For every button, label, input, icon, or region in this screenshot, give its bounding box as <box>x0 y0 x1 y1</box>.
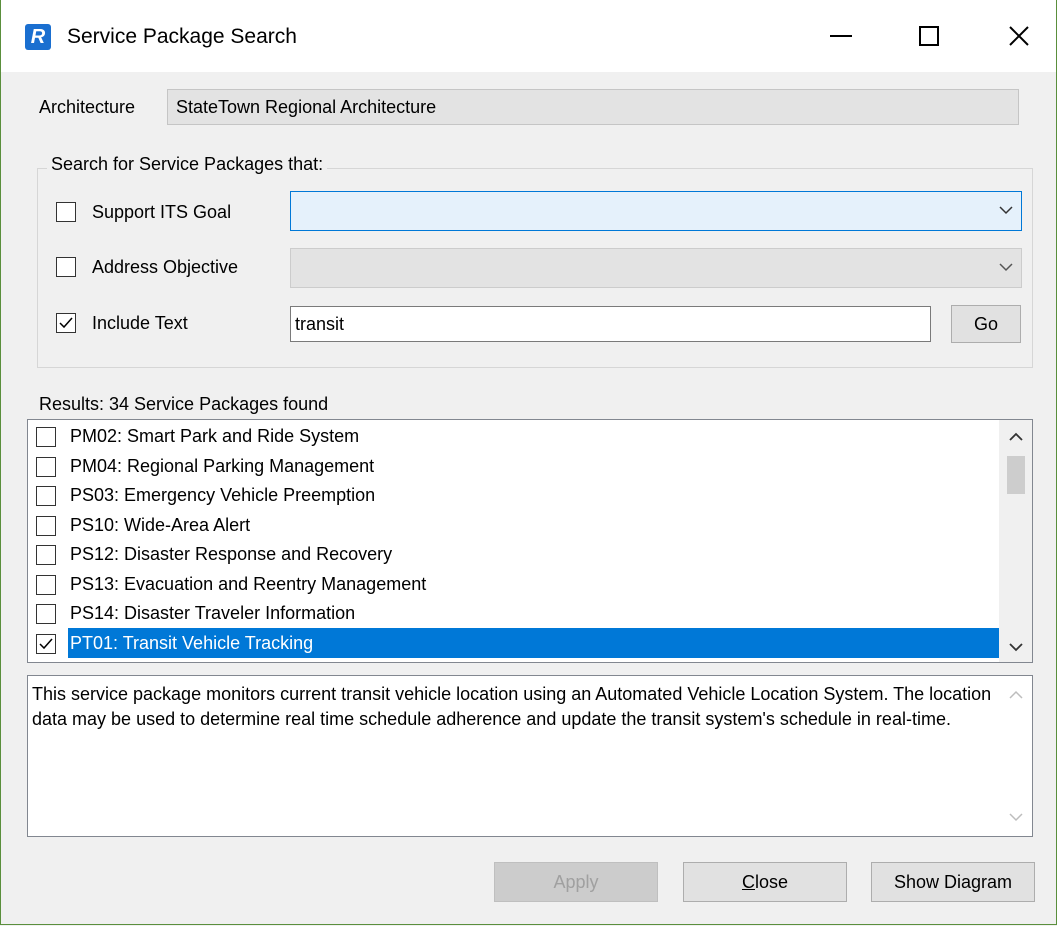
item-label: PS03: Emergency Vehicle Preemption <box>70 485 376 505</box>
chevron-down-icon <box>999 206 1013 215</box>
item-label: PM04: Regional Parking Management <box>70 456 375 476</box>
list-item[interactable]: PS13: Evacuation and Reentry Management <box>30 569 1000 599</box>
objective-dropdown[interactable] <box>290 248 1022 288</box>
scroll-up-button[interactable] <box>999 422 1032 452</box>
address-objective-label[interactable]: Address Objective <box>92 256 238 278</box>
title-bar[interactable]: R Service Package Search <box>1 0 1056 72</box>
close-icon <box>1009 26 1029 46</box>
architecture-field: StateTown Regional Architecture <box>167 89 1019 125</box>
item-label: PS10: Wide-Area Alert <box>70 515 251 535</box>
item-checkbox[interactable] <box>36 516 56 536</box>
architecture-label: Architecture <box>39 97 136 117</box>
list-item-selected[interactable]: PT01: Transit Vehicle Tracking <box>30 628 1002 658</box>
list-item[interactable]: PM04: Regional Parking Management <box>30 451 1000 481</box>
go-button[interactable]: Go <box>951 305 1021 343</box>
checkmark-icon <box>39 638 53 650</box>
item-label: PS13: Evacuation and Reentry Management <box>70 574 427 594</box>
item-label: PS12: Disaster Response and Recovery <box>70 544 393 564</box>
service-package-search-dialog: R Service Package Search Architecture St… <box>0 0 1057 925</box>
list-item[interactable]: PM02: Smart Park and Ride System <box>30 421 1000 451</box>
scroll-down-button[interactable] <box>999 632 1032 662</box>
list-item[interactable]: PS10: Wide-Area Alert <box>30 510 1000 540</box>
close-accelerator: C <box>741 872 755 892</box>
address-objective-checkbox[interactable] <box>56 257 76 277</box>
description-textbox[interactable]: This service package monitors current tr… <box>27 675 1033 837</box>
item-checkbox[interactable] <box>36 545 56 565</box>
item-checkbox[interactable] <box>36 575 56 595</box>
support-goal-label[interactable]: Support ITS Goal <box>92 201 231 223</box>
item-checkbox[interactable] <box>36 457 56 477</box>
scroll-up-button[interactable] <box>999 680 1032 710</box>
support-goal-checkbox[interactable] <box>56 202 76 222</box>
window-title: Service Package Search <box>67 25 297 48</box>
description-scrollbar[interactable] <box>999 676 1032 836</box>
its-goal-dropdown[interactable] <box>290 191 1022 231</box>
minimize-icon <box>830 35 852 37</box>
item-checkbox[interactable] <box>36 427 56 447</box>
results-list[interactable]: PM02: Smart Park and Ride System PM04: R… <box>27 419 1033 663</box>
item-label: PT01: Transit Vehicle Tracking <box>68 628 1002 658</box>
app-icon: R <box>25 24 51 50</box>
results-scrollbar[interactable] <box>999 420 1032 662</box>
item-checkbox[interactable] <box>36 486 56 506</box>
list-item[interactable]: PS14: Disaster Traveler Information <box>30 598 1000 628</box>
chevron-up-icon <box>1008 690 1023 699</box>
include-text-input[interactable]: transit <box>290 306 931 342</box>
search-group-title: Search for Service Packages that: <box>47 152 328 176</box>
close-label-rest: lose <box>754 872 789 892</box>
include-text-label[interactable]: Include Text <box>92 312 188 334</box>
chevron-down-icon <box>999 263 1013 272</box>
item-checkbox[interactable] <box>36 604 56 624</box>
results-count-label: Results: 34 Service Packages found <box>39 394 329 414</box>
list-item[interactable]: PS12: Disaster Response and Recovery <box>30 539 1000 569</box>
include-text-checkbox[interactable] <box>56 313 76 333</box>
item-label: PS14: Disaster Traveler Information <box>70 603 356 623</box>
chevron-down-icon <box>1008 813 1023 822</box>
maximize-icon <box>919 26 939 46</box>
chevron-up-icon <box>1008 432 1023 441</box>
scroll-down-button[interactable] <box>999 802 1032 832</box>
description-text: This service package monitors current tr… <box>32 684 992 729</box>
chevron-down-icon <box>1008 643 1023 652</box>
list-item[interactable]: PS03: Emergency Vehicle Preemption <box>30 480 1000 510</box>
show-diagram-button[interactable]: Show Diagram <box>871 862 1035 902</box>
scroll-thumb[interactable] <box>1007 456 1025 494</box>
apply-button[interactable]: Apply <box>494 862 658 902</box>
item-checkbox[interactable] <box>36 634 56 654</box>
close-button[interactable]: Close <box>683 862 847 902</box>
maximize-button[interactable] <box>899 14 959 58</box>
minimize-button[interactable] <box>811 14 871 58</box>
checkmark-icon <box>59 317 73 329</box>
item-label: PM02: Smart Park and Ride System <box>70 426 360 446</box>
close-window-button[interactable] <box>989 14 1049 58</box>
